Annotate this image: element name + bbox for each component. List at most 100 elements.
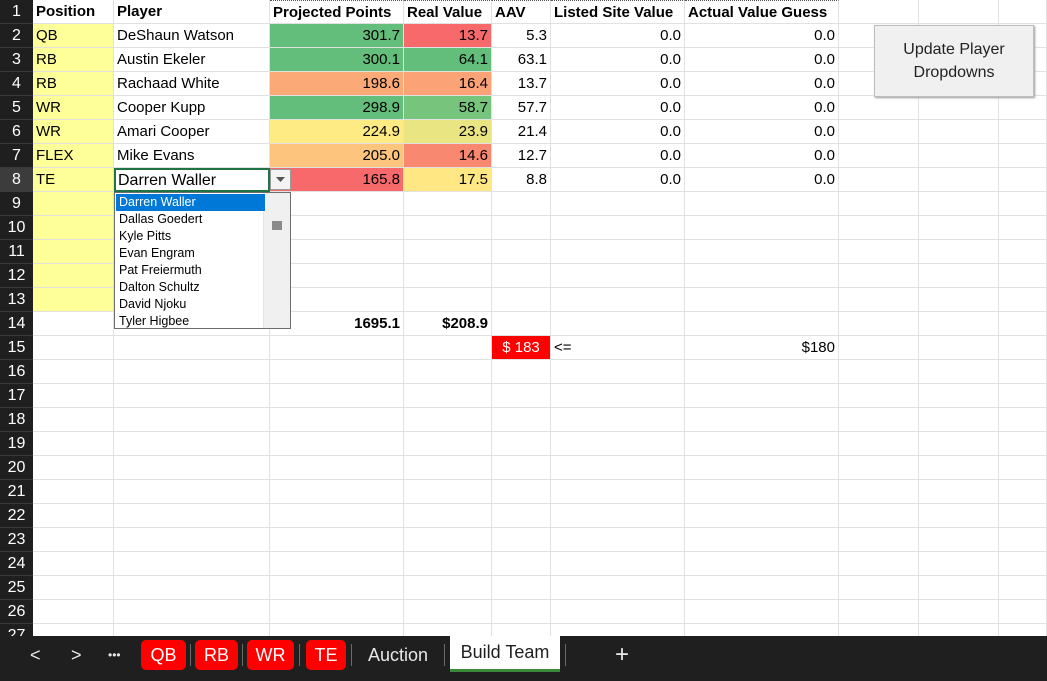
roster-actual-cell[interactable]: 0.0 — [685, 72, 839, 96]
cell-i[interactable] — [919, 192, 999, 216]
row-header[interactable]: 19 — [0, 432, 33, 456]
roster-player-cell[interactable]: Rachaad White — [114, 72, 270, 96]
cell-actual[interactable] — [685, 504, 839, 528]
row-header[interactable]: 10 — [0, 216, 33, 240]
cell-listed[interactable] — [551, 504, 685, 528]
cell-j[interactable] — [999, 384, 1047, 408]
roster-listed-cell[interactable]: 0.0 — [551, 24, 685, 48]
cell-aav[interactable] — [492, 360, 551, 384]
cell-projected[interactable] — [270, 336, 404, 360]
row-header[interactable]: 5 — [0, 96, 33, 120]
row-header[interactable]: 7 — [0, 144, 33, 168]
cell-listed[interactable] — [551, 312, 685, 336]
cell-i[interactable] — [919, 168, 999, 192]
cell-j[interactable] — [999, 288, 1047, 312]
cell-projected[interactable] — [270, 600, 404, 624]
cell-h[interactable] — [839, 432, 919, 456]
cell-j[interactable] — [999, 144, 1047, 168]
roster-position-cell[interactable]: RB — [33, 48, 114, 72]
cell-j[interactable] — [999, 528, 1047, 552]
tab-scroll-right-button[interactable]: > — [71, 636, 82, 674]
row-header[interactable]: 26 — [0, 600, 33, 624]
cell-projected[interactable] — [270, 360, 404, 384]
cell-real[interactable] — [404, 576, 492, 600]
cell-j[interactable] — [999, 552, 1047, 576]
budget-limit-cell[interactable]: $180 — [685, 336, 839, 360]
cell-player[interactable] — [114, 528, 270, 552]
cell-j[interactable] — [999, 96, 1047, 120]
roster-listed-cell[interactable]: 0.0 — [551, 168, 685, 192]
total-real-value[interactable]: $208.9 — [404, 312, 492, 336]
cell-aav[interactable] — [492, 192, 551, 216]
cell-projected[interactable] — [270, 552, 404, 576]
roster-aav-cell[interactable]: 63.1 — [492, 48, 551, 72]
roster-actual-cell[interactable]: 0.0 — [685, 96, 839, 120]
column-header-aav[interactable]: AAV — [492, 0, 551, 24]
cell-real[interactable] — [404, 264, 492, 288]
cell-aav[interactable] — [492, 624, 551, 636]
cell-position[interactable] — [33, 552, 114, 576]
cell-listed[interactable] — [551, 432, 685, 456]
row-header[interactable]: 16 — [0, 360, 33, 384]
dropdown-option[interactable]: Dalton Schultz — [116, 279, 265, 296]
roster-real-cell[interactable]: 13.7 — [404, 24, 492, 48]
row-header[interactable]: 11 — [0, 240, 33, 264]
roster-listed-cell[interactable]: 0.0 — [551, 120, 685, 144]
row-header[interactable]: 24 — [0, 552, 33, 576]
cell-i[interactable] — [919, 312, 999, 336]
roster-aav-cell[interactable]: 8.8 — [492, 168, 551, 192]
cell-j[interactable] — [999, 336, 1047, 360]
cell-position[interactable] — [33, 528, 114, 552]
row-header[interactable]: 9 — [0, 192, 33, 216]
cell-projected[interactable] — [270, 576, 404, 600]
cell-aav[interactable] — [492, 576, 551, 600]
cell-j[interactable] — [999, 480, 1047, 504]
roster-actual-cell[interactable]: 0.0 — [685, 24, 839, 48]
cell-h[interactable] — [839, 480, 919, 504]
cell-player[interactable] — [114, 408, 270, 432]
cell-i[interactable] — [919, 480, 999, 504]
roster-position-cell[interactable]: TE — [33, 168, 114, 192]
roster-player-cell[interactable]: Amari Cooper — [114, 120, 270, 144]
cell-actual[interactable] — [685, 408, 839, 432]
cell-real[interactable] — [404, 216, 492, 240]
cell-i[interactable] — [919, 288, 999, 312]
cell-i[interactable] — [919, 216, 999, 240]
roster-aav-cell[interactable]: 57.7 — [492, 96, 551, 120]
roster-projected-cell[interactable]: 198.6 — [270, 72, 404, 96]
column-header-actual[interactable]: Actual Value Guess — [685, 0, 839, 24]
cell-h[interactable] — [839, 600, 919, 624]
cell-h[interactable] — [839, 240, 919, 264]
row-header[interactable]: 20 — [0, 456, 33, 480]
roster-aav-cell[interactable]: 12.7 — [492, 144, 551, 168]
cell-i[interactable] — [919, 0, 999, 24]
cell-listed[interactable] — [551, 528, 685, 552]
cell-i[interactable] — [919, 96, 999, 120]
roster-real-cell[interactable]: 16.4 — [404, 72, 492, 96]
cell-aav[interactable] — [492, 288, 551, 312]
cell-position[interactable] — [33, 192, 114, 216]
cell-listed[interactable] — [551, 576, 685, 600]
cell-actual[interactable] — [685, 576, 839, 600]
cell-aav[interactable] — [492, 504, 551, 528]
cell-h[interactable] — [839, 120, 919, 144]
cell-h[interactable] — [839, 624, 919, 636]
cell-listed[interactable] — [551, 216, 685, 240]
cell-j[interactable] — [999, 0, 1047, 24]
cell-position[interactable] — [33, 240, 114, 264]
column-header-listed[interactable]: Listed Site Value — [551, 0, 685, 24]
cell-real[interactable] — [404, 408, 492, 432]
dropdown-option[interactable]: Evan Engram — [116, 245, 265, 262]
cell-projected[interactable] — [270, 624, 404, 636]
cell-position[interactable] — [33, 624, 114, 636]
row-header[interactable]: 25 — [0, 576, 33, 600]
cell-position[interactable] — [33, 216, 114, 240]
cell-actual[interactable] — [685, 192, 839, 216]
cell-j[interactable] — [999, 576, 1047, 600]
cell-actual[interactable] — [685, 456, 839, 480]
roster-projected-cell[interactable]: 298.9 — [270, 96, 404, 120]
dropdown-scroll-thumb[interactable] — [272, 221, 282, 230]
more-tabs-button[interactable]: ••• — [108, 636, 121, 674]
roster-listed-cell[interactable]: 0.0 — [551, 72, 685, 96]
budget-spent-cell[interactable]: $ 183 — [492, 336, 551, 360]
